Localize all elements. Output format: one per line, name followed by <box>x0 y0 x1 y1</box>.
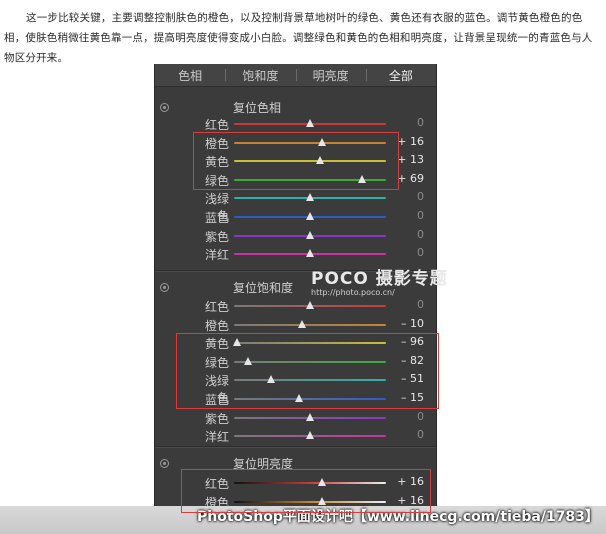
slider-label: 洋红 <box>204 430 229 445</box>
slider-value[interactable]: 0 <box>417 246 424 259</box>
slider-track[interactable] <box>234 323 386 326</box>
slider-value[interactable]: – 10 <box>401 317 424 330</box>
highlight-box <box>181 469 431 513</box>
slider-label: 洋红 <box>204 248 229 263</box>
slider-value[interactable]: 0 <box>417 410 424 423</box>
slider-row-hue-blue: 蓝色 0 <box>155 208 436 226</box>
poco-watermark: POCO 摄影专题 http://photo.poco.cn/ <box>311 264 448 297</box>
tab-all[interactable]: 全部 <box>365 67 436 84</box>
slider-thumb[interactable] <box>306 412 314 421</box>
slider-thumb[interactable] <box>306 431 314 440</box>
slider-row-saturation-purple: 紫色 0 <box>155 409 436 427</box>
slider-value[interactable]: 0 <box>417 228 424 241</box>
slider-thumb[interactable] <box>306 249 314 258</box>
slider-thumb[interactable] <box>306 119 314 127</box>
watermark-brand: POCO 摄影专题 <box>311 269 448 289</box>
slider-label: 红色 <box>204 300 229 314</box>
slider-row-hue-purple: 紫色 0 <box>155 227 436 245</box>
reset-icon[interactable] <box>160 103 169 112</box>
slider-value[interactable]: 0 <box>417 116 424 129</box>
slider-row-saturation-magenta: 洋红 0 <box>155 427 436 445</box>
reset-icon[interactable] <box>160 459 169 468</box>
reset-icon[interactable] <box>160 283 169 292</box>
tab-hue[interactable]: 色相 <box>155 67 225 84</box>
slider-value[interactable]: 0 <box>417 209 424 222</box>
slider-value[interactable]: + 13 <box>397 153 424 166</box>
slider-label: 红色 <box>204 118 229 132</box>
watermark-url: http://photo.poco.cn/ <box>311 288 395 297</box>
article-paragraph: 这一步比较关键，主要调整控制肤色的橙色，以及控制背景草地树叶的绿色、黄色还有衣服… <box>4 12 593 64</box>
slider-row-saturation-red: 红色 0 <box>155 297 436 315</box>
slider-label: 紫色 <box>204 411 229 426</box>
slider-value[interactable]: 0 <box>417 298 424 311</box>
slider-value[interactable]: 0 <box>417 190 424 203</box>
slider-row-hue-aqua: 浅绿色 0 <box>155 189 436 223</box>
section-header-hue: 复位色相 <box>155 98 436 116</box>
tab-luminance[interactable]: 明亮度 <box>295 67 366 84</box>
slider-thumb[interactable] <box>298 319 307 328</box>
slider-row-saturation-orange: 橙色 – 10 <box>155 316 436 334</box>
slider-row-hue-magenta: 洋红 0 <box>155 245 436 263</box>
slider-thumb[interactable] <box>306 301 314 309</box>
slider-value[interactable]: 0 <box>417 428 424 441</box>
slider-thumb[interactable] <box>306 212 314 220</box>
slider-thumb[interactable] <box>306 193 314 202</box>
hsl-tab-bar: 色相 饱和度 明亮度 全部 <box>155 64 436 87</box>
highlight-box <box>193 132 399 190</box>
tab-saturation[interactable]: 饱和度 <box>225 67 295 84</box>
section-divider <box>155 446 436 447</box>
slider-value[interactable]: + 16 <box>397 135 424 148</box>
slider-value[interactable]: + 69 <box>397 172 424 185</box>
slider-thumb[interactable] <box>306 230 314 239</box>
slider-label: 橙色 <box>204 318 229 333</box>
section-title[interactable]: 复位色相 <box>233 99 281 116</box>
highlight-box <box>176 333 439 409</box>
slider-row-hue-red: 红色 0 <box>155 115 436 133</box>
section-title[interactable]: 复位饱和度 <box>233 279 293 296</box>
slider-label: 紫色 <box>204 229 229 244</box>
slider-label: 蓝色 <box>204 211 229 225</box>
